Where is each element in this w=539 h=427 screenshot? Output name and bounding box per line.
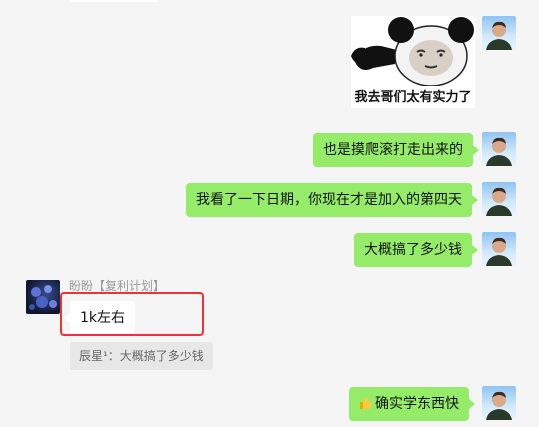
my-avatar[interactable]	[482, 232, 516, 266]
quote-text: 辰星¹：大概搞了多少钱	[79, 349, 204, 363]
my-avatar[interactable]	[482, 386, 516, 420]
my-avatar[interactable]	[482, 182, 516, 216]
my-avatar[interactable]	[482, 16, 516, 50]
message-text: 大概搞了多少钱	[364, 242, 462, 258]
my-message-bubble[interactable]: 也是摸爬滚打走出来的	[313, 133, 479, 167]
panda-meme-sticker-icon	[351, 16, 475, 86]
person-avatar-icon	[486, 237, 512, 266]
my-avatar[interactable]	[482, 132, 516, 166]
my-message-bubble[interactable]: 我看了一下日期，你现在才是加入的第四天	[186, 183, 478, 217]
message-text: 也是摸爬滚打走出来的	[323, 142, 463, 158]
previous-message-edge	[70, 0, 158, 2]
person-avatar-icon	[486, 137, 512, 166]
my-message-bubble[interactable]: 确实学东西快	[349, 387, 475, 421]
quoted-message[interactable]: 辰星¹：大概搞了多少钱	[70, 342, 213, 370]
person-avatar-icon	[486, 21, 512, 50]
message-text: 我看了一下日期，你现在才是加入的第四天	[196, 192, 462, 208]
sticker-caption: 我去哥们太有实力了	[354, 90, 472, 105]
message-text: 确实学东西快	[375, 396, 459, 412]
highlight-box	[60, 292, 204, 336]
person-avatar-icon	[486, 391, 512, 420]
thumbs-up-emoji-icon	[359, 387, 373, 421]
person-avatar-icon	[486, 187, 512, 216]
friend-avatar[interactable]	[26, 280, 60, 314]
sticker-message[interactable]: 我去哥们太有实力了	[351, 16, 475, 108]
blue-roses-avatar-icon	[29, 285, 57, 310]
my-message-bubble[interactable]: 大概搞了多少钱	[354, 233, 478, 267]
